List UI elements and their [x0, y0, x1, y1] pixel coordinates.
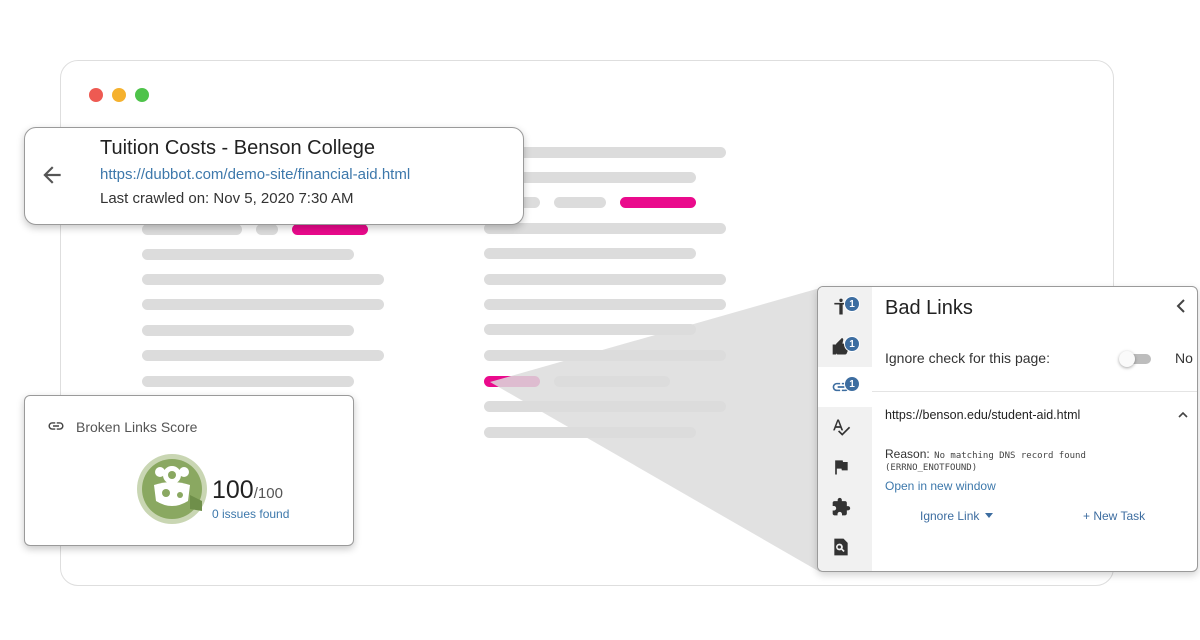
rail-badge: 1 — [844, 376, 860, 392]
rail-item-links[interactable]: 1 — [818, 367, 872, 407]
ignore-check-label: Ignore check for this page: — [885, 350, 1050, 366]
rail-item-spelling[interactable] — [818, 407, 872, 447]
rail-item-best-practices[interactable]: 1 — [818, 327, 872, 367]
ignore-link-button[interactable]: Ignore Link — [920, 509, 994, 523]
check-category-rail: 1 1 1 — [818, 287, 872, 571]
rail-badge: 1 — [844, 336, 860, 352]
flag-icon — [835, 460, 848, 475]
rail-item-policies[interactable] — [818, 447, 872, 487]
new-task-button[interactable]: + New Task — [1083, 509, 1145, 523]
toggle-knob — [1119, 351, 1135, 367]
broken-links-score-card: Broken Links Score 100/100 0 issues foun… — [24, 395, 354, 546]
rail-item-accessibility[interactable]: 1 — [818, 287, 872, 327]
last-crawled-text: Last crawled on: Nov 5, 2020 7:30 AM — [100, 190, 354, 207]
page-info-card: Tuition Costs - Benson College https://d… — [24, 127, 524, 225]
toggle-state-text: No — [1175, 350, 1193, 366]
caret-down-icon — [985, 513, 994, 518]
page-url-link[interactable]: https://dubbot.com/demo-site/financial-a… — [100, 166, 410, 183]
issues-found-link[interactable]: 0 issues found — [212, 507, 289, 521]
reason-text: No matching DNS record found — [934, 451, 1086, 461]
score-max: /100 — [253, 485, 283, 502]
reason-line: Reason: No matching DNS record found — [885, 445, 1086, 463]
score-value: 100 — [212, 476, 254, 504]
divider — [872, 391, 1197, 392]
reason-label: Reason: — [885, 447, 930, 461]
spellcheck-icon — [833, 419, 851, 436]
panel-title: Bad Links — [885, 297, 973, 319]
page-search-icon — [834, 538, 848, 556]
rail-item-extensions[interactable] — [818, 487, 872, 527]
score-value-group: 100/100 — [212, 476, 283, 505]
puzzle-icon — [832, 497, 851, 516]
ignore-check-toggle[interactable] — [1119, 351, 1153, 367]
chevron-left-icon[interactable] — [1173, 297, 1189, 315]
ignore-link-label: Ignore Link — [920, 509, 980, 523]
reason-error-code: (ERRNO_ENOTFOUND) — [885, 463, 978, 473]
rail-badge: 1 — [844, 296, 860, 312]
page-title: Tuition Costs - Benson College — [100, 137, 375, 159]
link-icon — [48, 422, 64, 430]
chevron-up-icon[interactable] — [1176, 409, 1190, 421]
bad-links-panel: 1 1 1 Bad Links Ignore check for this pa… — [817, 286, 1198, 572]
open-in-new-window-link[interactable]: Open in new window — [885, 479, 996, 493]
back-arrow-icon[interactable] — [39, 162, 65, 188]
score-card-title: Broken Links Score — [76, 419, 198, 435]
score-robot-badge-icon — [137, 454, 207, 524]
rail-item-page-search[interactable] — [818, 527, 872, 567]
broken-link-url: https://benson.edu/student-aid.html — [885, 408, 1081, 422]
